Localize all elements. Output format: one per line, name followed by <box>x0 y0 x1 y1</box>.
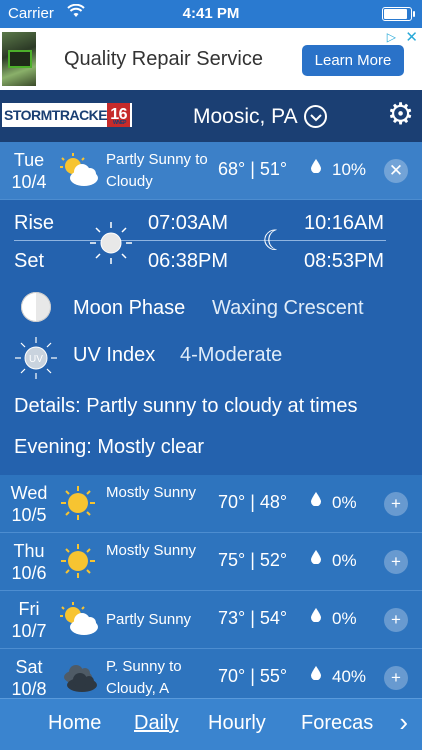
condition-text: Partly Sunny to Cloudy <box>106 151 208 190</box>
temps-text: 73° | 54° <box>218 608 288 628</box>
ad-learn-more-button[interactable]: Learn More <box>302 45 404 76</box>
partly-cloudy-icon <box>60 602 98 635</box>
temps-text: 75° | 52° <box>218 550 288 570</box>
uv-index-value: 4-Moderate <box>180 344 283 366</box>
collapse-button[interactable]: ✕ <box>384 159 408 183</box>
day-details-panel: Rise Set 07:03AM 06:38PM ☾ 10:16AM 08:53… <box>0 200 422 475</box>
details-text: Details: Partly sunny to cloudy at times <box>14 395 358 417</box>
bottom-nav: Home Daily Hourly Forecas › <box>0 698 422 750</box>
precip-text: 0% <box>332 551 357 570</box>
expand-button[interactable]: + <box>384 550 408 574</box>
uv-index-label: UV Index <box>73 344 156 366</box>
horizon-divider <box>14 240 386 241</box>
evening-text: Evening: Mostly clear <box>14 436 205 458</box>
day-label: Wed 10/5 <box>10 483 48 525</box>
forecast-row[interactable]: Fri 10/7 Partly Sunny 73° | 54° 0% + <box>0 591 422 649</box>
sunrise-time: 07:03AM <box>148 212 229 234</box>
precip-text: 0% <box>332 609 357 628</box>
moonset-time: 08:53PM <box>304 250 385 272</box>
raindrop-icon <box>311 608 321 625</box>
chevron-down-icon[interactable] <box>304 105 327 128</box>
expand-button[interactable]: + <box>384 492 408 516</box>
nav-home[interactable]: Home <box>48 712 101 735</box>
status-bar: Carrier 4:41 PM <box>0 0 422 28</box>
ad-headline: Quality Repair Service <box>64 48 263 70</box>
ad-close-icon[interactable]: ✕ <box>405 28 418 46</box>
day-label: Sat 10/8 <box>11 657 47 699</box>
partly-cloudy-icon <box>60 153 98 186</box>
sunset-time: 06:38PM <box>148 250 229 272</box>
cloudy-icon <box>64 665 97 692</box>
selected-day-row[interactable]: Tue 10/4 Partly Sunny to Cloudy 68° | 51… <box>0 142 422 200</box>
raindrop-icon <box>311 159 321 176</box>
condition-text: Mostly Sunny <box>106 484 197 501</box>
sun-icon <box>61 544 95 578</box>
precip-text: 0% <box>332 493 357 512</box>
condition-text: P. Sunny to Cloudy, A <box>106 658 182 697</box>
forecast-row[interactable]: Thu 10/6 Mostly Sunny 75° | 52° 0% + <box>0 533 422 591</box>
temps-text: 68° | 51° <box>218 159 288 179</box>
temps-text: 70° | 55° <box>218 666 288 686</box>
nav-daily[interactable]: Daily <box>134 712 178 735</box>
precip-text: 10% <box>332 160 367 179</box>
status-time: 4:41 PM <box>182 5 240 22</box>
expand-button[interactable]: + <box>384 666 408 690</box>
sun-icon <box>61 486 95 520</box>
forecast-row[interactable]: Wed 10/5 Mostly Sunny 70° | 48° 0% + <box>0 475 422 533</box>
uv-index-icon: UV <box>15 337 57 379</box>
ad-choices-icon[interactable]: ▷ <box>387 30 396 44</box>
ad-banner[interactable]: Quality Repair Service Learn More ▷ ✕ <box>0 28 422 90</box>
condition-text: Mostly Sunny <box>106 542 197 559</box>
moonrise-time: 10:16AM <box>304 212 385 234</box>
battery-icon <box>382 7 415 21</box>
day-label: Thu 10/6 <box>11 541 47 583</box>
condition-text: Partly Sunny <box>106 611 192 628</box>
nav-forecast[interactable]: Forecas <box>301 712 373 735</box>
moon-phase-icon <box>21 292 51 322</box>
app-header: STORMTRACKER 16 WNEP Moosic, PA ⚙ <box>0 90 422 142</box>
moon-icon: ☾ <box>262 225 288 256</box>
moon-phase-label: Moon Phase <box>73 297 186 319</box>
moon-phase-value: Waxing Crescent <box>212 297 364 319</box>
temps-text: 70° | 48° <box>218 492 288 512</box>
stormtracker-logo: STORMTRACKER 16 WNEP <box>2 103 132 127</box>
raindrop-icon <box>311 550 321 567</box>
svg-text:UV: UV <box>29 354 43 365</box>
nav-hourly[interactable]: Hourly <box>208 712 266 735</box>
chevron-right-icon[interactable]: › <box>399 707 408 738</box>
raindrop-icon <box>311 492 321 509</box>
precip-text: 40% <box>332 667 367 686</box>
raindrop-icon <box>311 666 321 683</box>
rise-label: Rise <box>14 212 55 234</box>
set-label: Set <box>14 250 45 272</box>
day-label: Fri 10/7 <box>11 599 47 641</box>
location-name[interactable]: Moosic, PA <box>193 105 298 129</box>
expand-button[interactable]: + <box>384 608 408 632</box>
ad-thumbnail <box>2 32 36 86</box>
sun-horizon-icon <box>90 222 132 264</box>
day-label: Tue 10/4 <box>11 150 47 192</box>
forecast-list: Wed 10/5 Mostly Sunny 70° | 48° 0% + Thu 1… <box>0 475 422 707</box>
gear-icon[interactable]: ⚙ <box>387 100 414 130</box>
